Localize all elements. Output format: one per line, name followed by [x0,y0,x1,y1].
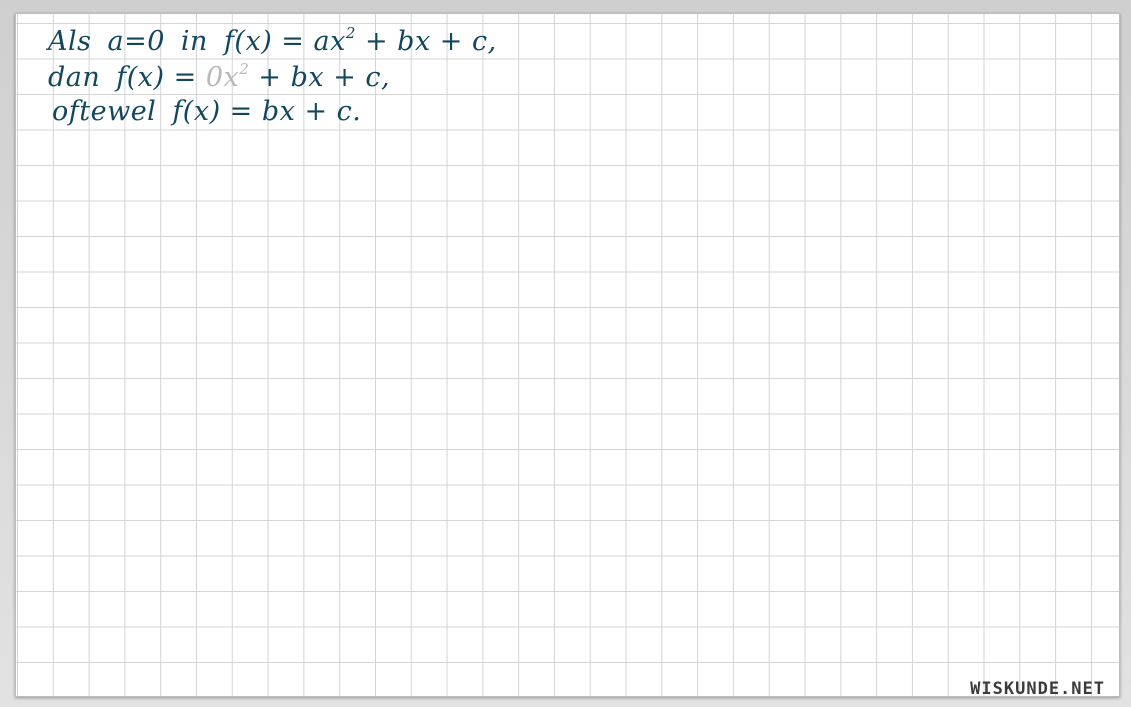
word-dan: dan [48,62,101,93]
formula-line-1: Als a=0 in f(x) = ax2 + bx + c, [48,24,497,57]
wiskunde-net-logo: WISKUNDE.NET [970,679,1105,699]
formula-line-2: dan f(x) = 0x2 + bx + c, [48,60,390,93]
substituted-rest: + bx + c, [249,62,391,93]
word-in: in [180,26,208,57]
exponent-two: 2 [345,24,356,42]
word-als: Als [48,26,92,57]
quadratic-lhs: f(x) = ax [223,26,346,57]
word-oftewel: oftewel [52,96,157,127]
quadratic-rest: + bx + c, [355,26,497,57]
substituted-lhs: f(x) = [116,62,206,93]
window-frame: Als a=0 in f(x) = ax2 + bx + c, dan f(x) = 0… [0,0,1131,707]
faded-exponent-two: 2 [239,60,250,78]
linear-result: f(x) = bx + c. [172,96,362,127]
formula-line-3: oftewel f(x) = bx + c. [52,96,361,127]
faded-zero-term: 0x [205,62,240,93]
condition-a-equals-zero: a=0 [107,26,165,57]
